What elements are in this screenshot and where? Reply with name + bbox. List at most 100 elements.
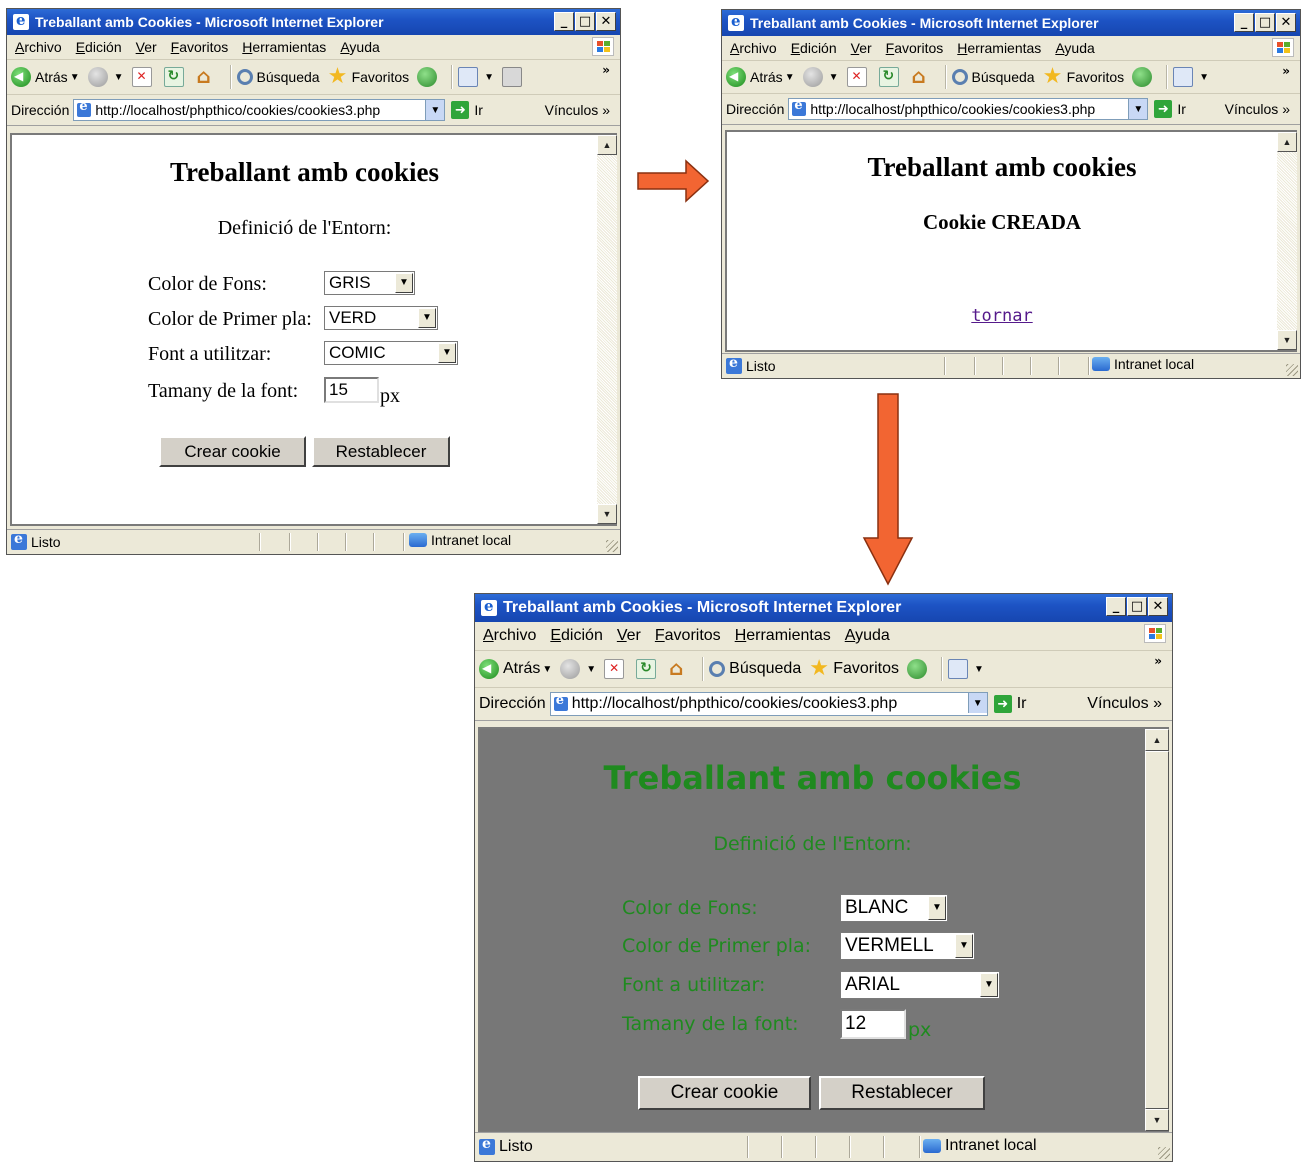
maximize-button[interactable]: □: [1255, 13, 1275, 32]
go-button[interactable]: ➜ Ir: [451, 101, 483, 119]
chevron-down-icon[interactable]: ▼: [438, 343, 456, 363]
vertical-scrollbar[interactable]: ▲ ▼: [1277, 132, 1297, 350]
minimize-button[interactable]: _: [1106, 597, 1126, 616]
mail-button[interactable]: ▼: [458, 67, 494, 87]
go-button[interactable]: ➜ Ir: [993, 695, 1026, 713]
minimize-button[interactable]: _: [554, 12, 574, 31]
menu-ayuda[interactable]: Ayuda: [845, 627, 890, 645]
back-button[interactable]: Atrás▼: [726, 67, 795, 87]
toolbar-overflow-icon[interactable]: »: [602, 63, 610, 77]
go-button[interactable]: ➜ Ir: [1154, 100, 1186, 118]
address-dropdown-icon[interactable]: ▼: [1128, 99, 1148, 119]
mail-button[interactable]: ▼: [948, 659, 984, 679]
chevron-down-icon[interactable]: ▼: [980, 973, 998, 997]
chevron-down-icon[interactable]: ▼: [586, 664, 596, 675]
search-button[interactable]: Búsqueda: [951, 69, 1035, 85]
close-button[interactable]: ✕: [1148, 597, 1168, 616]
home-button[interactable]: [911, 64, 935, 88]
links-button[interactable]: Vínculos »: [545, 102, 610, 118]
address-dropdown-icon[interactable]: ▼: [967, 693, 987, 713]
menu-edicion[interactable]: Edición: [550, 627, 602, 645]
font-size-input[interactable]: 12: [840, 1009, 906, 1039]
scroll-up-icon[interactable]: ▲: [1277, 132, 1297, 152]
menu-archivo[interactable]: Archivo: [15, 39, 62, 55]
scroll-up-icon[interactable]: ▲: [1145, 729, 1169, 751]
forward-button[interactable]: ▼: [87, 67, 124, 87]
resize-grip-icon[interactable]: [1158, 1147, 1170, 1159]
links-button[interactable]: Vínculos »: [1087, 695, 1162, 713]
refresh-button[interactable]: [163, 67, 188, 87]
search-button[interactable]: Búsqueda: [236, 69, 320, 85]
address-dropdown-icon[interactable]: ▼: [425, 100, 445, 120]
title-bar[interactable]: Treballant amb Cookies - Microsoft Inter…: [7, 9, 620, 35]
search-button[interactable]: Búsqueda: [709, 660, 801, 678]
history-button[interactable]: [907, 659, 931, 679]
bg-color-select[interactable]: BLANC ▼: [840, 894, 948, 922]
close-button[interactable]: ✕: [1276, 13, 1296, 32]
reset-button[interactable]: Restablecer: [819, 1076, 985, 1110]
chevron-down-icon[interactable]: ▼: [542, 664, 552, 675]
chevron-down-icon[interactable]: ▼: [829, 72, 839, 83]
menu-edicion[interactable]: Edición: [791, 40, 837, 56]
reset-button[interactable]: Restablecer: [312, 436, 450, 467]
font-size-input[interactable]: 15: [324, 377, 379, 403]
history-button[interactable]: [1132, 67, 1156, 87]
stop-button[interactable]: [604, 659, 628, 679]
menu-favoritos[interactable]: Favoritos: [655, 627, 721, 645]
title-bar[interactable]: Treballant amb Cookies - Microsoft Inter…: [475, 594, 1172, 622]
resize-grip-icon[interactable]: [1286, 364, 1298, 376]
favorites-button[interactable]: Favoritos: [328, 63, 410, 89]
chevron-down-icon[interactable]: ▼: [928, 896, 946, 920]
address-input[interactable]: http://localhost/phpthico/cookies/cookie…: [788, 98, 1149, 120]
vertical-scrollbar[interactable]: ▲ ▼: [597, 135, 617, 524]
menu-favoritos[interactable]: Favoritos: [171, 39, 229, 55]
print-button[interactable]: [502, 67, 526, 87]
chevron-down-icon[interactable]: ▼: [484, 72, 494, 83]
chevron-down-icon[interactable]: ▼: [114, 72, 124, 83]
scroll-up-icon[interactable]: ▲: [597, 135, 617, 155]
chevron-down-icon[interactable]: ▼: [418, 308, 436, 328]
fg-color-select[interactable]: VERMELL ▼: [840, 932, 975, 960]
refresh-button[interactable]: [636, 659, 660, 679]
home-button[interactable]: [196, 64, 220, 88]
scroll-thumb[interactable]: [1145, 751, 1169, 1109]
forward-button[interactable]: ▼: [560, 659, 596, 679]
menu-ver[interactable]: Ver: [136, 39, 157, 55]
maximize-button[interactable]: □: [575, 12, 595, 31]
close-button[interactable]: ✕: [596, 12, 616, 31]
toolbar-overflow-icon[interactable]: »: [1282, 64, 1290, 78]
mail-button[interactable]: ▼: [1173, 67, 1209, 87]
chevron-down-icon[interactable]: ▼: [395, 273, 413, 293]
history-button[interactable]: [417, 67, 441, 87]
create-cookie-button[interactable]: Crear cookie: [638, 1076, 811, 1110]
maximize-button[interactable]: □: [1127, 597, 1147, 616]
favorites-button[interactable]: Favoritos: [809, 655, 899, 681]
menu-archivo[interactable]: Archivo: [730, 40, 777, 56]
stop-button[interactable]: [131, 67, 156, 87]
title-bar[interactable]: Treballant amb Cookies - Microsoft Inter…: [722, 10, 1300, 36]
scroll-down-icon[interactable]: ▼: [1277, 330, 1297, 350]
chevron-down-icon[interactable]: ▼: [974, 664, 984, 675]
menu-ver[interactable]: Ver: [851, 40, 872, 56]
back-link[interactable]: tornar: [727, 306, 1277, 326]
back-button[interactable]: Atrás▼: [479, 659, 552, 679]
bg-color-select[interactable]: GRIS ▼: [324, 271, 415, 295]
fg-color-select[interactable]: VERD ▼: [324, 306, 438, 330]
font-select[interactable]: ARIAL ▼: [840, 971, 1000, 999]
menu-herramientas[interactable]: Herramientas: [957, 40, 1041, 56]
font-select[interactable]: COMIC ▼: [324, 341, 458, 365]
create-cookie-button[interactable]: Crear cookie: [159, 436, 306, 467]
menu-herramientas[interactable]: Herramientas: [242, 39, 326, 55]
menu-ayuda[interactable]: Ayuda: [340, 39, 379, 55]
chevron-down-icon[interactable]: ▼: [785, 72, 795, 83]
address-input[interactable]: http://localhost/phpthico/cookies/cookie…: [73, 99, 446, 121]
menu-archivo[interactable]: Archivo: [483, 627, 536, 645]
scroll-down-icon[interactable]: ▼: [1145, 1109, 1169, 1131]
menu-edicion[interactable]: Edición: [76, 39, 122, 55]
toolbar-overflow-icon[interactable]: »: [1154, 654, 1162, 668]
forward-button[interactable]: ▼: [802, 67, 839, 87]
refresh-button[interactable]: [878, 67, 903, 87]
scroll-down-icon[interactable]: ▼: [597, 504, 617, 524]
chevron-down-icon[interactable]: ▼: [1199, 72, 1209, 83]
menu-herramientas[interactable]: Herramientas: [735, 627, 831, 645]
